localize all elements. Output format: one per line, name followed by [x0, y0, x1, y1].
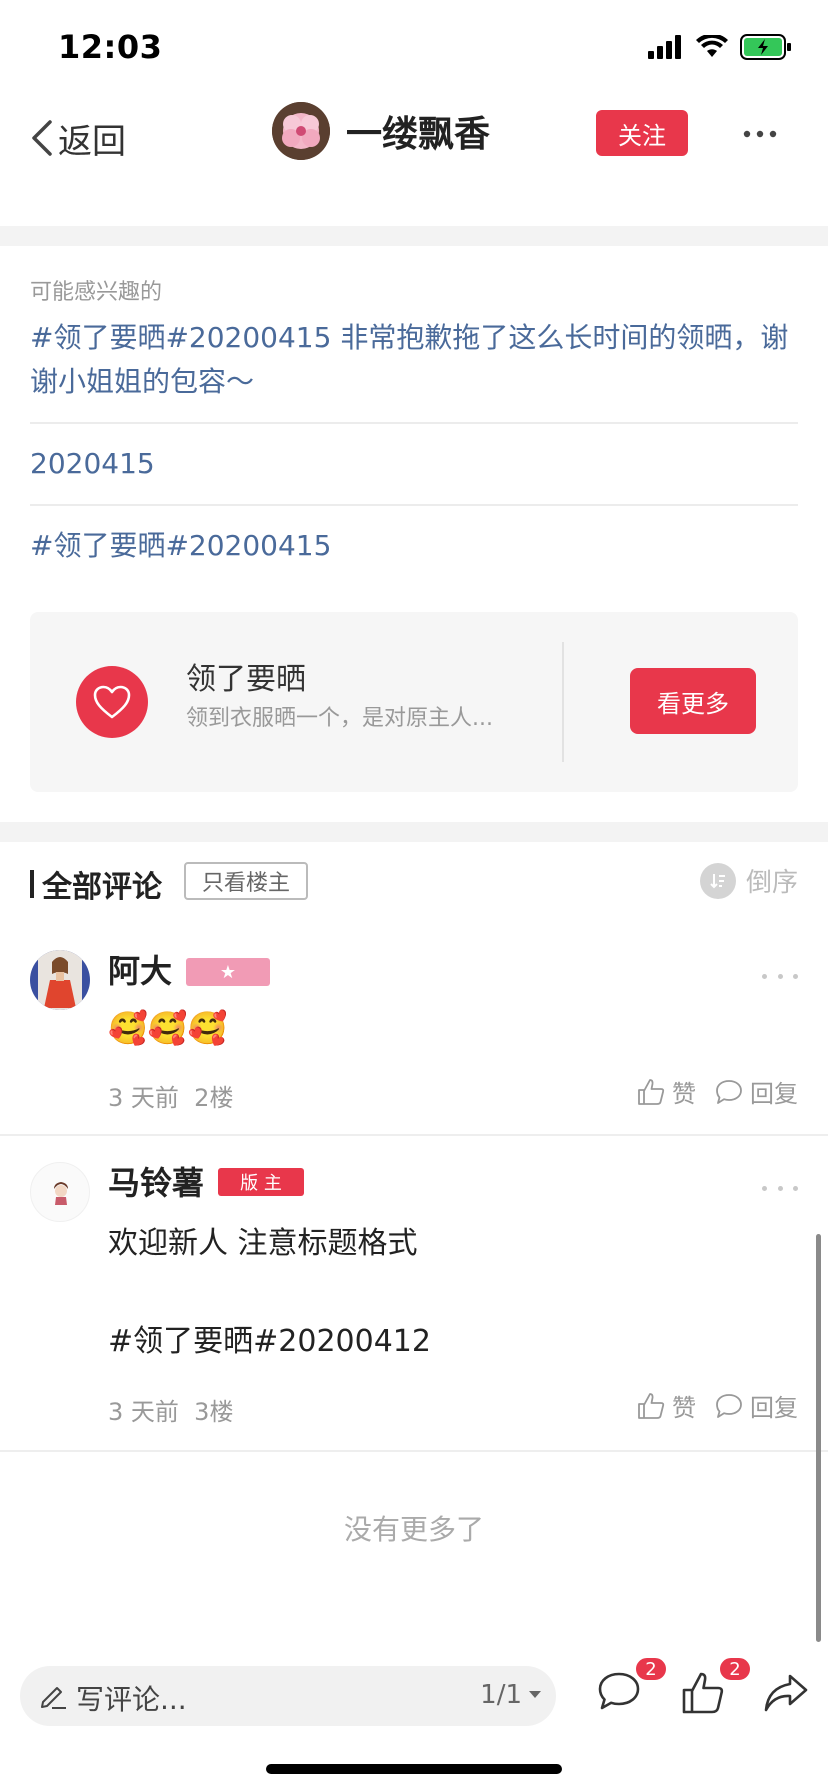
like-label: 赞	[672, 1080, 696, 1108]
like-post-button[interactable]: 2	[680, 1656, 752, 1722]
avatar[interactable]	[30, 950, 90, 1010]
interest-link[interactable]: #领了要晒#20200415 非常抱歉拖了这么长时间的领晒，谢谢小姐姐的包容～	[30, 306, 798, 424]
comment-item: 马铃薯 版 主 欢迎新人 注意标题格式 #领了要晒#20200412 3 天前 …	[0, 1158, 828, 1448]
comment-body-line: 欢迎新人 注意标题格式	[108, 1226, 418, 1261]
avatar[interactable]	[272, 102, 330, 160]
page-indicator: 1/1	[480, 1680, 522, 1710]
moderator-badge: 版 主	[218, 1168, 304, 1196]
comment-actions: 赞 回复	[636, 1388, 798, 1423]
topic-heart-icon	[76, 666, 148, 738]
share-arrow-icon	[764, 1674, 808, 1712]
comment-more-button[interactable]	[762, 966, 798, 986]
sort-order-label: 倒序	[745, 868, 798, 898]
girl-avatar-icon	[30, 950, 90, 1010]
cartoon-avatar-icon	[54, 1182, 68, 1205]
reply-label: 回复	[750, 1080, 798, 1108]
comments-button[interactable]: 2	[596, 1656, 668, 1722]
topic-title: 领了要晒	[186, 662, 306, 697]
comment-more-button[interactable]	[762, 1178, 798, 1198]
like-button[interactable]: 赞	[636, 1388, 696, 1423]
status-bar: 12:03	[0, 0, 828, 96]
comment-meta: 3 天前 3楼	[108, 1392, 233, 1427]
topic-card[interactable]: 领了要晒 领到衣服晒一个，是对原主人... 看更多	[30, 612, 798, 792]
title-accent-bar	[30, 870, 34, 898]
reply-label: 回复	[750, 1394, 798, 1422]
sort-order-button[interactable]: 倒序	[699, 862, 798, 899]
comments-header: 全部评论 只看楼主 倒序	[0, 844, 828, 924]
back-button[interactable]: 返回	[28, 106, 126, 170]
status-time: 12:03	[58, 28, 163, 66]
topic-description: 领到衣服晒一个，是对原主人...	[186, 706, 493, 731]
comment-time: 3 天前	[108, 1398, 179, 1426]
flower-avatar-icon	[272, 102, 330, 160]
sort-icon	[699, 862, 736, 899]
comment-time: 3 天前	[108, 1084, 179, 1112]
nav-bar: 返回 一缕飘香 关注	[0, 96, 828, 226]
comment-floor: 2楼	[194, 1084, 234, 1112]
only-op-filter-button[interactable]: 只看楼主	[184, 862, 308, 900]
comment-actions: 赞 回复	[636, 1074, 798, 1109]
chevron-left-icon	[32, 120, 52, 156]
caret-down-icon	[529, 1691, 541, 1698]
no-more-text: 没有更多了	[343, 1513, 484, 1546]
battery-icon	[740, 34, 791, 60]
comment-input[interactable]: 写评论... 1/1	[20, 1666, 556, 1726]
follow-button[interactable]: 关注	[596, 110, 688, 156]
heart-icon	[93, 685, 131, 719]
bottom-bar: 写评论... 1/1 2 2	[0, 1650, 828, 1740]
more-dots-icon	[743, 130, 777, 138]
section-divider	[0, 226, 828, 246]
comment-input-placeholder: 写评论...	[76, 1683, 187, 1716]
back-label: 返回	[58, 121, 126, 162]
share-button[interactable]	[762, 1670, 814, 1722]
like-button[interactable]: 赞	[636, 1074, 696, 1109]
reply-button[interactable]: 回复	[714, 1388, 798, 1423]
signal-icon	[648, 35, 681, 59]
user-header[interactable]: 一缕飘香	[272, 102, 490, 160]
reply-bubble-icon	[716, 1079, 742, 1104]
comment-meta: 3 天前 2楼	[108, 1078, 233, 1113]
user-name: 一缕飘香	[346, 114, 491, 155]
commenter-name[interactable]: 马铃薯	[108, 1158, 204, 1204]
member-badge: ★	[186, 958, 270, 986]
more-options-button[interactable]	[740, 114, 780, 154]
reply-bubble-icon	[716, 1393, 742, 1418]
interest-link[interactable]: #领了要晒#20200415	[30, 506, 798, 586]
comment-bubble-icon	[598, 1672, 640, 1710]
avatar[interactable]	[30, 1162, 90, 1222]
reply-button[interactable]: 回复	[714, 1074, 798, 1109]
like-count-badge: 2	[718, 1656, 752, 1682]
comment-item: 阿大 ★ 🥰🥰🥰 3 天前 2楼 赞 回复	[0, 944, 828, 1134]
commenter-name[interactable]: 阿大	[108, 946, 172, 992]
divider	[0, 1134, 828, 1136]
like-label: 赞	[672, 1394, 696, 1422]
scrollbar[interactable]	[816, 1234, 821, 1642]
home-indicator	[266, 1764, 562, 1774]
thumbs-up-icon	[638, 1078, 665, 1105]
page-selector[interactable]: 1/1	[480, 1680, 542, 1710]
wifi-icon	[696, 35, 728, 57]
see-more-button[interactable]: 看更多	[630, 668, 756, 734]
thumbs-up-icon	[682, 1672, 724, 1714]
section-divider	[0, 822, 828, 842]
interest-heading: 可能感兴趣的	[30, 280, 163, 305]
comment-floor: 3楼	[194, 1398, 234, 1426]
divider	[0, 1450, 828, 1452]
comment-count-badge: 2	[634, 1656, 668, 1682]
comments-title: 全部评论	[42, 870, 162, 905]
divider	[562, 642, 564, 762]
thumbs-up-icon	[638, 1392, 665, 1419]
comment-body: 🥰🥰🥰	[108, 1009, 228, 1047]
interest-section: 可能感兴趣的 #领了要晒#20200415 非常抱歉拖了这么长时间的领晒，谢谢小…	[30, 248, 798, 586]
status-icons	[648, 34, 792, 60]
interest-link[interactable]: 2020415	[30, 424, 798, 506]
comment-body-line: #领了要晒#20200412	[108, 1324, 431, 1359]
pencil-icon	[41, 1687, 66, 1709]
